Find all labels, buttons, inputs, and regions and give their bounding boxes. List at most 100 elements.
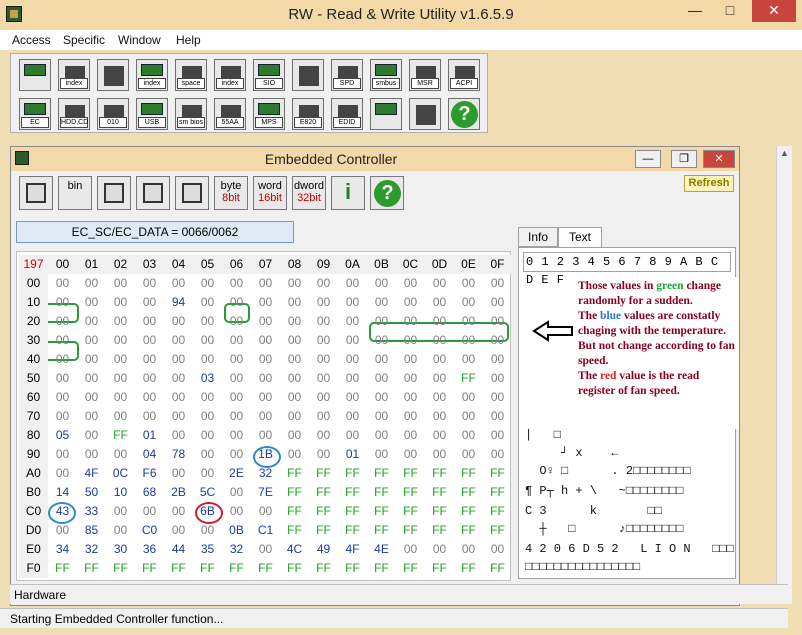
- ec-tool-9-icon[interactable]: ?: [370, 176, 404, 210]
- hex-cell[interactable]: 00: [483, 331, 512, 350]
- hex-cell[interactable]: 01: [338, 445, 367, 464]
- hex-cell[interactable]: 00: [251, 426, 280, 445]
- menu-access[interactable]: Access: [12, 33, 51, 47]
- toolbar-tool-0-9-icon[interactable]: smbus: [370, 59, 402, 91]
- hex-cell[interactable]: 00: [135, 502, 164, 521]
- hex-cell[interactable]: FF: [367, 559, 396, 578]
- hex-cell[interactable]: 00: [425, 312, 454, 331]
- hex-cell[interactable]: 00: [106, 312, 135, 331]
- hex-cell[interactable]: 00: [425, 540, 454, 559]
- toolbar-tool-1-9-icon[interactable]: [370, 98, 402, 130]
- hex-cell[interactable]: FF: [483, 483, 512, 502]
- hex-cell[interactable]: 35: [193, 540, 222, 559]
- scroll-up-icon[interactable]: ▲: [780, 148, 789, 158]
- hex-cell[interactable]: 00: [193, 445, 222, 464]
- hex-cell[interactable]: 00: [280, 350, 309, 369]
- hex-cell[interactable]: FF: [338, 502, 367, 521]
- hex-cell[interactable]: 00: [309, 312, 338, 331]
- hex-cell[interactable]: FF: [280, 464, 309, 483]
- hex-cell[interactable]: FF: [338, 559, 367, 578]
- child-close-button[interactable]: ✕: [703, 150, 735, 168]
- hex-cell[interactable]: 00: [367, 388, 396, 407]
- minimize-button[interactable]: —: [680, 0, 710, 22]
- hex-cell[interactable]: 00: [483, 445, 512, 464]
- hex-cell[interactable]: FF: [483, 559, 512, 578]
- refresh-button[interactable]: Refresh: [684, 175, 734, 192]
- hex-cell[interactable]: FF: [280, 483, 309, 502]
- hex-cell[interactable]: 00: [309, 407, 338, 426]
- hex-cell[interactable]: 00: [454, 388, 483, 407]
- hex-cell[interactable]: FF: [483, 521, 512, 540]
- hex-cell[interactable]: 5C: [193, 483, 222, 502]
- hex-cell[interactable]: 00: [164, 388, 193, 407]
- hex-cell[interactable]: 10: [106, 483, 135, 502]
- hex-cell[interactable]: FF: [396, 483, 425, 502]
- hex-cell[interactable]: 00: [135, 331, 164, 350]
- hex-cell[interactable]: FF: [164, 559, 193, 578]
- hex-cell[interactable]: 00: [483, 388, 512, 407]
- hex-cell[interactable]: 00: [425, 350, 454, 369]
- hex-cell[interactable]: FF: [309, 521, 338, 540]
- ec-tool-5-icon[interactable]: byte 8bit: [214, 176, 248, 210]
- hex-cell[interactable]: 00: [454, 445, 483, 464]
- hex-cell[interactable]: 00: [193, 407, 222, 426]
- toolbar-tool-0-1-icon[interactable]: index: [58, 59, 90, 91]
- hex-cell[interactable]: 4F: [338, 540, 367, 559]
- hex-cell[interactable]: C1: [251, 521, 280, 540]
- hex-cell[interactable]: 00: [193, 464, 222, 483]
- hex-cell[interactable]: 00: [222, 445, 251, 464]
- menu-specific[interactable]: Specific: [63, 33, 105, 47]
- hex-cell[interactable]: FF: [454, 369, 483, 388]
- hex-cell[interactable]: 00: [48, 407, 77, 426]
- toolbar-tool-0-6-icon[interactable]: SIO: [253, 59, 285, 91]
- toolbar-tool-0-2-icon[interactable]: [97, 59, 129, 91]
- hex-cell[interactable]: FF: [425, 521, 454, 540]
- hex-cell[interactable]: 00: [483, 540, 512, 559]
- hex-cell[interactable]: 00: [222, 426, 251, 445]
- hex-cell[interactable]: 00: [280, 293, 309, 312]
- hex-cell[interactable]: 00: [135, 274, 164, 293]
- hex-cell[interactable]: 00: [135, 350, 164, 369]
- hex-cell[interactable]: 00: [164, 407, 193, 426]
- hex-cell[interactable]: 00: [106, 445, 135, 464]
- close-button[interactable]: ✕: [752, 0, 796, 22]
- hex-cell[interactable]: 00: [367, 426, 396, 445]
- hex-cell[interactable]: FF: [251, 559, 280, 578]
- hex-cell[interactable]: 00: [454, 426, 483, 445]
- hex-cell[interactable]: 00: [164, 312, 193, 331]
- hex-cell[interactable]: 00: [222, 369, 251, 388]
- hex-cell[interactable]: FF: [483, 502, 512, 521]
- hex-cell[interactable]: 00: [425, 388, 454, 407]
- hex-cell[interactable]: FF: [367, 483, 396, 502]
- hex-cell[interactable]: 6B: [193, 502, 222, 521]
- hex-cell[interactable]: FF: [454, 559, 483, 578]
- hex-cell[interactable]: 00: [454, 274, 483, 293]
- hex-cell[interactable]: 00: [454, 312, 483, 331]
- hex-cell[interactable]: 00: [135, 312, 164, 331]
- hex-cell[interactable]: 00: [77, 331, 106, 350]
- hex-cell[interactable]: 4C: [280, 540, 309, 559]
- hex-cell[interactable]: 43: [48, 502, 77, 521]
- toolbar-tool-0-8-icon[interactable]: SPD: [331, 59, 363, 91]
- hex-cell[interactable]: 00: [454, 540, 483, 559]
- hex-cell[interactable]: 33: [77, 502, 106, 521]
- toolbar-tool-1-2-icon[interactable]: 010: [97, 98, 129, 130]
- hex-cell[interactable]: 00: [48, 274, 77, 293]
- hex-cell[interactable]: 00: [280, 369, 309, 388]
- hex-cell[interactable]: 00: [309, 388, 338, 407]
- hex-cell[interactable]: 00: [106, 293, 135, 312]
- hex-cell[interactable]: FF: [367, 464, 396, 483]
- ec-tool-8-icon[interactable]: i: [331, 176, 365, 210]
- hex-cell[interactable]: 78: [164, 445, 193, 464]
- hex-cell[interactable]: 00: [483, 312, 512, 331]
- hex-cell[interactable]: FF: [280, 502, 309, 521]
- tab-text[interactable]: Text: [558, 227, 602, 247]
- hex-cell[interactable]: 00: [280, 331, 309, 350]
- hex-cell[interactable]: 00: [106, 274, 135, 293]
- hex-cell[interactable]: C0: [135, 521, 164, 540]
- hex-cell[interactable]: 00: [396, 274, 425, 293]
- hex-cell[interactable]: 00: [106, 502, 135, 521]
- hex-cell[interactable]: 00: [48, 331, 77, 350]
- hex-cell[interactable]: 00: [222, 407, 251, 426]
- hex-cell[interactable]: 94: [164, 293, 193, 312]
